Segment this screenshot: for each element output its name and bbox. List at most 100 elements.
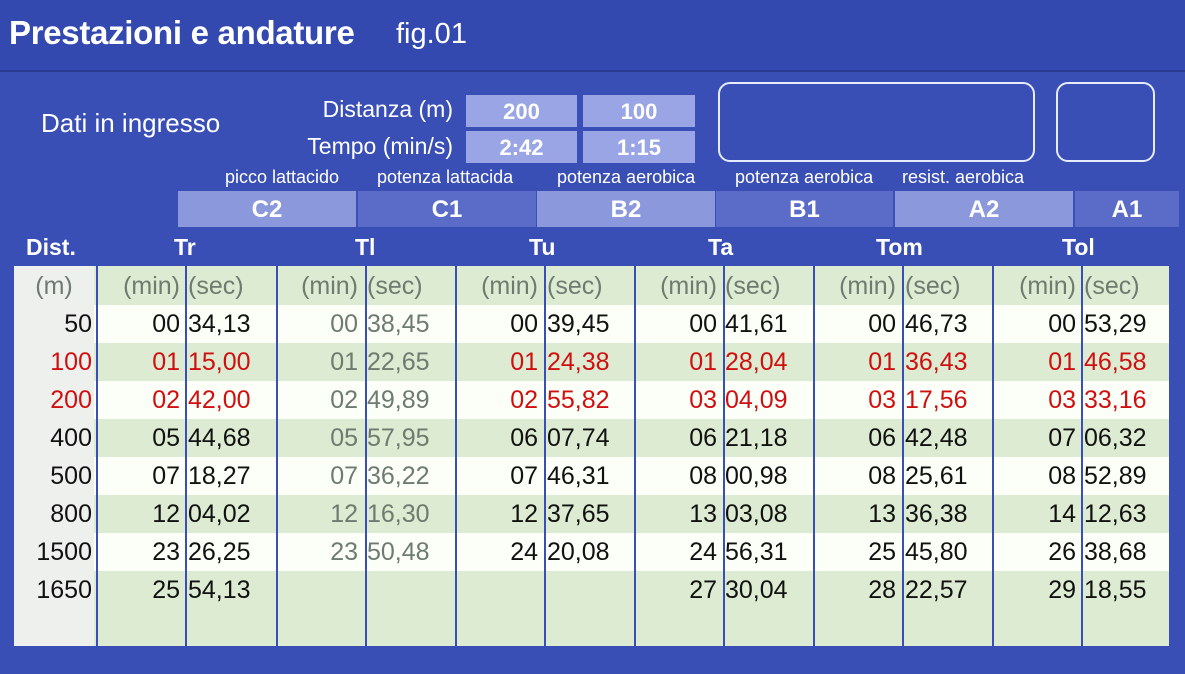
category-desc-c2: picco lattacido xyxy=(225,167,340,187)
sec-cell: 06,32 xyxy=(1084,424,1147,452)
sec-cell: 38,68 xyxy=(1084,538,1147,566)
min-cell: 06 xyxy=(689,424,717,452)
sec-cell: 41,61 xyxy=(725,310,788,338)
category-desc-c1: potenza lattacida xyxy=(377,167,514,187)
category-desc-b2: potenza aerobica xyxy=(557,167,696,187)
dist-cell: 100 xyxy=(50,348,92,376)
min-cell: 02 xyxy=(330,386,358,414)
min-cell: 25 xyxy=(868,538,896,566)
sec-cell: 28,04 xyxy=(725,348,788,376)
sec-cell: 03,08 xyxy=(725,500,788,528)
sec-cell: 16,30 xyxy=(367,500,430,528)
sec-cell: 00,98 xyxy=(725,462,788,490)
sec-cell: 20,08 xyxy=(547,538,610,566)
category-b1: B1 xyxy=(716,191,893,227)
min-cell: 24 xyxy=(689,538,717,566)
column-separator xyxy=(1081,266,1083,646)
min-cell: 05 xyxy=(152,424,180,452)
sec-cell: 34,13 xyxy=(188,310,251,338)
category-desc-b1: potenza aerobica xyxy=(735,167,874,187)
time-input-2[interactable]: 1:15 xyxy=(583,131,695,163)
min-cell: 00 xyxy=(510,310,538,338)
min-cell: 12 xyxy=(510,500,538,528)
min-cell: 28 xyxy=(868,576,896,604)
col-header-tu: Tu xyxy=(529,234,556,260)
sec-cell: 49,89 xyxy=(367,386,430,414)
min-cell: 08 xyxy=(868,462,896,490)
min-cell: 01 xyxy=(510,348,538,376)
sec-cell: 54,13 xyxy=(188,576,251,604)
dist-cell: 1500 xyxy=(36,538,92,566)
sec-cell: 50,48 xyxy=(367,538,430,566)
min-cell: 08 xyxy=(1048,462,1076,490)
sec-unit: (sec) xyxy=(725,272,781,300)
input-section-label: Dati in ingresso xyxy=(41,108,221,138)
min-cell: 12 xyxy=(152,500,180,528)
min-cell: 01 xyxy=(152,348,180,376)
min-cell: 00 xyxy=(152,310,180,338)
time-input-1[interactable]: 2:42 xyxy=(466,131,577,163)
sec-cell: 46,73 xyxy=(905,310,968,338)
min-cell: 01 xyxy=(1048,348,1076,376)
min-cell: 13 xyxy=(689,500,717,528)
min-cell: 02 xyxy=(152,386,180,414)
min-unit: (min) xyxy=(123,272,180,300)
category-desc-a2: resist. aerobica xyxy=(902,167,1025,187)
dist-cell: 200 xyxy=(50,386,92,414)
title-bar: Prestazioni e andature fig.01 xyxy=(0,0,1185,72)
min-cell: 03 xyxy=(689,386,717,414)
distance-input-2[interactable]: 100 xyxy=(583,95,695,127)
min-cell: 03 xyxy=(1048,386,1076,414)
sec-cell: 36,38 xyxy=(905,500,968,528)
sec-cell: 18,27 xyxy=(188,462,251,490)
sec-cell: 04,09 xyxy=(725,386,788,414)
min-cell: 02 xyxy=(510,386,538,414)
category-b2: B2 xyxy=(537,191,715,227)
min-unit: (min) xyxy=(1019,272,1076,300)
dist-cell: 800 xyxy=(50,500,92,528)
min-cell: 08 xyxy=(689,462,717,490)
sec-cell: 15,00 xyxy=(188,348,251,376)
sec-cell: 33,16 xyxy=(1084,386,1147,414)
min-cell: 00 xyxy=(689,310,717,338)
sec-cell: 44,68 xyxy=(188,424,251,452)
sec-cell: 24,38 xyxy=(547,348,610,376)
sec-cell: 55,82 xyxy=(547,386,610,414)
sec-cell: 46,58 xyxy=(1084,348,1147,376)
min-cell: 01 xyxy=(689,348,717,376)
sec-cell: 21,18 xyxy=(725,424,788,452)
page-title: Prestazioni e andature xyxy=(9,14,355,51)
sec-cell: 38,45 xyxy=(367,310,430,338)
min-cell: 07 xyxy=(510,462,538,490)
sec-cell: 52,89 xyxy=(1084,462,1147,490)
sec-cell xyxy=(547,571,635,609)
min-cell: 01 xyxy=(868,348,896,376)
figure-label: fig.01 xyxy=(396,18,467,50)
category-c1: C1 xyxy=(358,191,536,227)
col-header-ta: Ta xyxy=(708,234,734,260)
min-cell xyxy=(455,571,538,609)
min-cell: 07 xyxy=(330,462,358,490)
sec-cell: 26,25 xyxy=(188,538,251,566)
category-a1: A1 xyxy=(1075,191,1179,227)
min-unit: (min) xyxy=(839,272,896,300)
sec-cell: 46,31 xyxy=(547,462,610,490)
distance-label: Distanza (m) xyxy=(322,96,453,122)
sec-unit: (sec) xyxy=(547,272,603,300)
min-cell: 00 xyxy=(1048,310,1076,338)
sec-cell: 25,61 xyxy=(905,462,968,490)
distance-input-1[interactable]: 200 xyxy=(466,95,577,127)
min-cell: 06 xyxy=(868,424,896,452)
min-cell: 07 xyxy=(152,462,180,490)
min-unit: (min) xyxy=(660,272,717,300)
min-cell: 23 xyxy=(152,538,180,566)
dist-cell: 400 xyxy=(50,424,92,452)
sec-cell: 39,45 xyxy=(547,310,610,338)
col-header-tr: Tr xyxy=(174,234,196,260)
sec-unit: (sec) xyxy=(367,272,423,300)
min-cell: 27 xyxy=(689,576,717,604)
min-cell: 00 xyxy=(330,310,358,338)
min-unit: (min) xyxy=(301,272,358,300)
min-cell: 13 xyxy=(868,500,896,528)
sec-cell: 36,43 xyxy=(905,348,968,376)
